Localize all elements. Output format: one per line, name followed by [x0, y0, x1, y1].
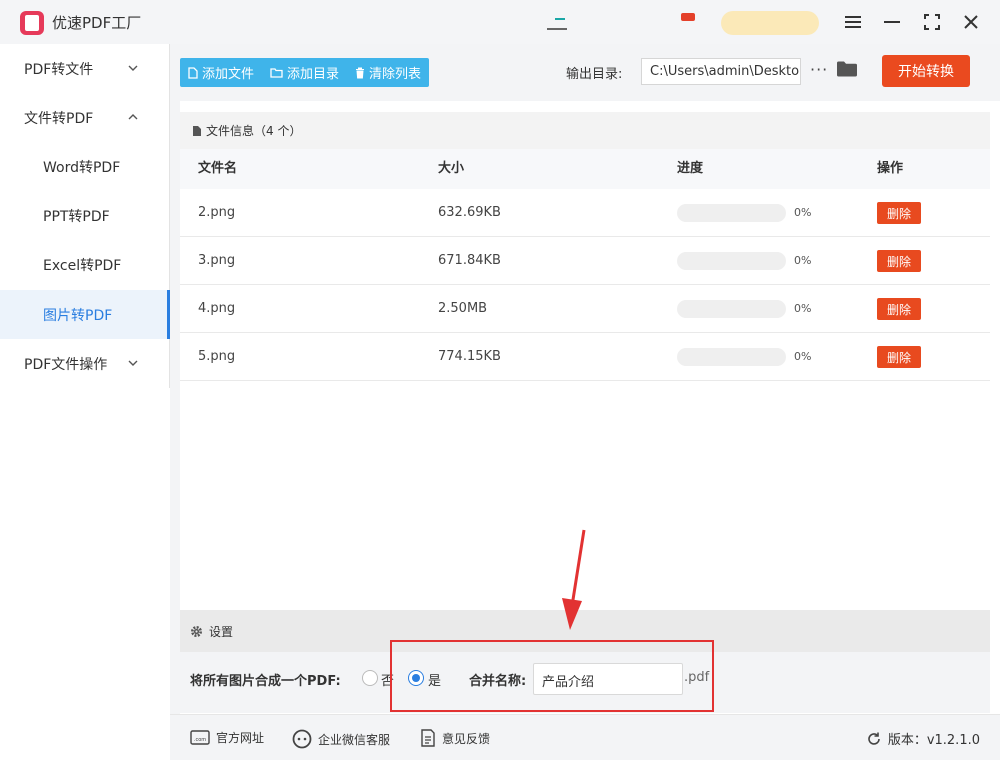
title-decoration-icon	[547, 18, 567, 30]
progress-text: 0%	[794, 350, 812, 363]
toolbar: 添加文件 添加目录 清除列表 输出目录: C:\Users\admin\Desk…	[170, 44, 1000, 101]
file-info-header: 文件信息（4 个）	[180, 112, 990, 149]
gear-icon	[191, 625, 202, 637]
delete-button[interactable]: 删除	[877, 346, 921, 368]
minimize-icon[interactable]	[882, 12, 902, 32]
app-title: 优速PDF工厂	[52, 14, 142, 32]
feedback-icon	[421, 729, 435, 747]
official-website-link[interactable]: .com 官方网址	[190, 729, 264, 746]
chevron-down-icon	[128, 360, 138, 366]
sidebar-item-label: 文件转PDF	[24, 110, 94, 127]
progress-text: 0%	[794, 302, 812, 315]
wechat-service-label: 企业微信客服	[318, 732, 391, 747]
column-header-action: 操作	[877, 161, 904, 176]
merge-no-radio[interactable]	[362, 670, 378, 686]
add-directory-button[interactable]: 添加目录	[270, 63, 339, 82]
file-name: 5.png	[198, 349, 236, 364]
version-info: 版本：v1.2.1.0	[866, 729, 980, 748]
chevron-down-icon	[128, 65, 138, 71]
delete-button[interactable]: 删除	[877, 298, 921, 320]
footer: .com 官方网址 企业微信客服 意见反馈 版本：v1.2.1.0	[170, 714, 1000, 760]
progress-bar	[677, 348, 786, 366]
file-size: 671.84KB	[438, 253, 501, 268]
menu-icon[interactable]	[843, 12, 863, 32]
file-info-title: 文件信息（4 个）	[206, 124, 302, 138]
progress-bar	[677, 252, 786, 270]
official-website-label: 官方网址	[216, 731, 265, 745]
maximize-icon[interactable]	[922, 12, 942, 32]
title-bar: 优速PDF工厂	[0, 0, 1000, 44]
sidebar: PDF转文件 文件转PDF Word转PDF PPT转PDF Excel转PDF…	[0, 44, 170, 388]
sidebar-item-label: PDF文件操作	[24, 356, 108, 373]
add-file-button[interactable]: 添加文件	[188, 63, 254, 82]
table-header: 文件名 大小 进度 操作	[180, 149, 990, 189]
add-file-label: 添加文件	[202, 67, 255, 82]
column-header-size: 大小	[438, 161, 465, 176]
file-name: 2.png	[198, 205, 236, 220]
file-actions-group: 添加文件 添加目录 清除列表	[180, 58, 430, 87]
table-row: 3.png 671.84KB 0% 删除	[180, 237, 990, 285]
delete-button[interactable]: 删除	[877, 250, 921, 272]
sidebar-item-pdf-operations[interactable]: PDF文件操作	[0, 339, 170, 388]
sidebar-item-image-to-pdf[interactable]: 图片转PDF	[0, 290, 170, 339]
table-row: 5.png 774.15KB 0% 删除	[180, 333, 990, 381]
file-size: 774.15KB	[438, 349, 501, 364]
file-list-panel: 文件信息（4 个） 文件名 大小 进度 操作 2.png 632.69KB 0%…	[180, 112, 990, 608]
file-size: 632.69KB	[438, 205, 501, 220]
account-pill[interactable]	[721, 11, 819, 35]
file-icon	[188, 66, 198, 79]
clear-list-label: 清除列表	[369, 67, 422, 82]
progress-bar	[677, 300, 786, 318]
progress-text: 0%	[794, 254, 812, 267]
svg-text:.com: .com	[194, 737, 206, 743]
sidebar-item-excel-to-pdf[interactable]: Excel转PDF	[0, 240, 170, 289]
wechat-service-icon	[292, 729, 312, 749]
sidebar-item-pdf-to-file[interactable]: PDF转文件	[0, 44, 170, 93]
clear-list-button[interactable]: 清除列表	[355, 63, 421, 82]
content-gutter	[170, 44, 180, 714]
sidebar-item-label: 图片转PDF	[43, 307, 113, 324]
settings-title: 设置	[209, 624, 234, 639]
file-name: 3.png	[198, 253, 236, 268]
notification-icon[interactable]	[681, 13, 695, 21]
merge-label: 将所有图片合成一个PDF:	[190, 674, 341, 689]
folder-icon	[270, 68, 283, 78]
refresh-icon	[868, 732, 880, 745]
wechat-service-link[interactable]: 企业微信客服	[292, 729, 390, 749]
more-options-button[interactable]: ···	[810, 60, 828, 79]
sidebar-item-label: PPT转PDF	[43, 208, 110, 225]
chevron-up-icon	[128, 114, 138, 120]
sidebar-item-label: PDF转文件	[24, 61, 94, 78]
delete-button[interactable]: 删除	[877, 202, 921, 224]
progress-text: 0%	[794, 206, 812, 219]
sidebar-item-ppt-to-pdf[interactable]: PPT转PDF	[0, 191, 170, 240]
column-header-progress: 进度	[677, 161, 704, 176]
highlight-box	[390, 640, 714, 712]
file-size: 2.50MB	[438, 301, 488, 316]
document-icon	[193, 125, 201, 136]
open-folder-icon[interactable]	[836, 60, 858, 78]
close-icon[interactable]	[961, 12, 981, 32]
start-convert-button[interactable]: 开始转换	[882, 55, 970, 87]
app-logo-icon	[20, 11, 44, 35]
add-directory-label: 添加目录	[287, 67, 340, 82]
sidebar-item-label: Excel转PDF	[43, 257, 122, 274]
table-row: 4.png 2.50MB 0% 删除	[180, 285, 990, 333]
trash-icon	[356, 67, 365, 78]
file-name: 4.png	[198, 301, 236, 316]
version-text: 版本：v1.2.1.0	[887, 733, 980, 748]
progress-bar	[677, 204, 786, 222]
table-row: 2.png 632.69KB 0% 删除	[180, 189, 990, 237]
feedback-link[interactable]: 意见反馈	[420, 729, 490, 747]
sidebar-item-file-to-pdf[interactable]: 文件转PDF	[0, 93, 170, 142]
feedback-label: 意见反馈	[442, 731, 491, 746]
sidebar-item-label: Word转PDF	[43, 159, 121, 176]
column-header-name: 文件名	[198, 161, 238, 176]
output-path-field[interactable]: C:\Users\admin\Deskto	[641, 58, 801, 85]
website-icon: .com	[190, 729, 210, 745]
sidebar-item-word-to-pdf[interactable]: Word转PDF	[0, 142, 170, 191]
output-dir-label: 输出目录:	[566, 67, 623, 82]
